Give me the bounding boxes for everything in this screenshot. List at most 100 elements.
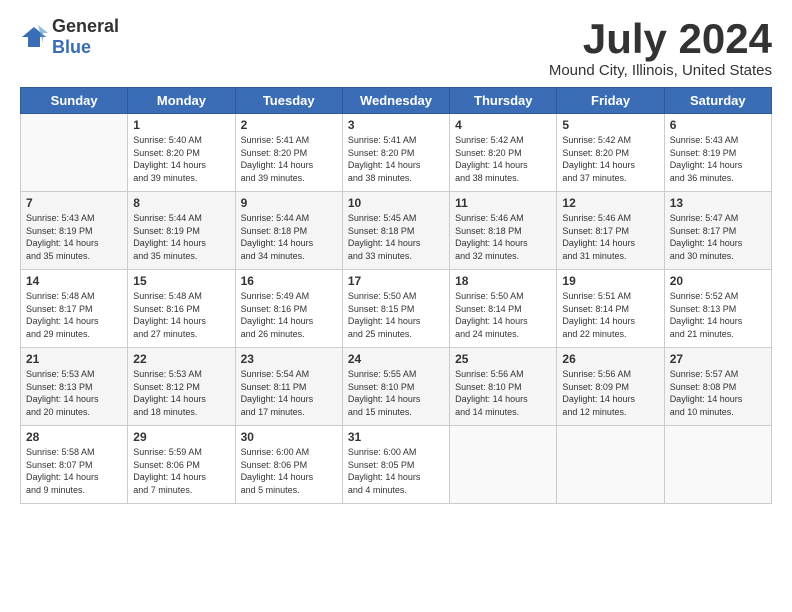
day-number: 4 xyxy=(455,118,551,132)
table-row: 23Sunrise: 5:54 AM Sunset: 8:11 PM Dayli… xyxy=(235,348,342,426)
logo-general: General xyxy=(52,16,119,36)
month-title: July 2024 xyxy=(549,16,772,62)
col-tuesday: Tuesday xyxy=(235,88,342,114)
day-number: 3 xyxy=(348,118,444,132)
day-info: Sunrise: 5:57 AM Sunset: 8:08 PM Dayligh… xyxy=(670,368,766,418)
table-row: 16 Sunrise: 5:49 AM Sunset: 8:16 PM Dayli… xyxy=(235,270,342,348)
table-row: 6 Sunrise: 5:43 AM Sunset: 8:19 PM Daylig… xyxy=(664,114,771,192)
logo-blue: Blue xyxy=(52,37,91,57)
table-row: 10 Sunrise: 5:45 AM Sunset: 8:18 PM Dayli… xyxy=(342,192,449,270)
day-info: Sunrise: 5:49 AM Sunset: 8:16 PM Dayligh… xyxy=(241,290,337,340)
day-info: Sunrise: 5:56 AM Sunset: 8:09 PM Dayligh… xyxy=(562,368,658,418)
table-row: 24 Sunrise: 5:55 AM Sunset: 8:10 PM Dayli… xyxy=(342,348,449,426)
day-info: Sunrise: 5:56 AM Sunset: 8:10 PM Dayligh… xyxy=(455,368,551,418)
day-info: Sunrise: 5:40 AM Sunset: 8:20 PM Dayligh… xyxy=(133,134,229,184)
calendar-week-2: 7 Sunrise: 5:43 AM Sunset: 8:19 PM Daylig… xyxy=(21,192,772,270)
day-number: 12 xyxy=(562,196,658,210)
day-number: 20 xyxy=(670,274,766,288)
page: General Blue July 2024 Mound City, Illin… xyxy=(0,0,792,514)
col-monday: Monday xyxy=(128,88,235,114)
day-info: Sunrise: 5:41 AM Sunset: 8:20 PM Dayligh… xyxy=(348,134,444,184)
table-row: 17Sunrise: 5:50 AM Sunset: 8:15 PM Dayli… xyxy=(342,270,449,348)
calendar-week-5: 28 Sunrise: 5:58 AM Sunset: 8:07 PM Dayli… xyxy=(21,426,772,504)
day-info: Sunrise: 5:46 AM Sunset: 8:17 PM Dayligh… xyxy=(562,212,658,262)
day-number: 22 xyxy=(133,352,229,366)
day-number: 26 xyxy=(562,352,658,366)
day-number: 2 xyxy=(241,118,337,132)
day-info: Sunrise: 5:42 AM Sunset: 8:20 PM Dayligh… xyxy=(562,134,658,184)
table-row: 21 Sunrise: 5:53 AM Sunset: 8:13 PM Dayli… xyxy=(21,348,128,426)
table-row: 1 Sunrise: 5:40 AM Sunset: 8:20 PM Daylig… xyxy=(128,114,235,192)
day-number: 16 xyxy=(241,274,337,288)
table-row: 15Sunrise: 5:48 AM Sunset: 8:16 PM Dayli… xyxy=(128,270,235,348)
table-row: 12 Sunrise: 5:46 AM Sunset: 8:17 PM Dayli… xyxy=(557,192,664,270)
day-number: 28 xyxy=(26,430,122,444)
col-thursday: Thursday xyxy=(450,88,557,114)
day-info: Sunrise: 5:41 AM Sunset: 8:20 PM Dayligh… xyxy=(241,134,337,184)
day-number: 13 xyxy=(670,196,766,210)
logo: General Blue xyxy=(20,16,119,58)
day-number: 21 xyxy=(26,352,122,366)
day-info: Sunrise: 5:43 AM Sunset: 8:19 PM Dayligh… xyxy=(26,212,122,262)
day-number: 15 xyxy=(133,274,229,288)
table-row xyxy=(21,114,128,192)
day-number: 31 xyxy=(348,430,444,444)
table-row: 3 Sunrise: 5:41 AM Sunset: 8:20 PM Daylig… xyxy=(342,114,449,192)
day-info: Sunrise: 5:43 AM Sunset: 8:19 PM Dayligh… xyxy=(670,134,766,184)
table-row: 22Sunrise: 5:53 AM Sunset: 8:12 PM Dayli… xyxy=(128,348,235,426)
day-info: Sunrise: 5:45 AM Sunset: 8:18 PM Dayligh… xyxy=(348,212,444,262)
day-info: Sunrise: 5:46 AM Sunset: 8:18 PM Dayligh… xyxy=(455,212,551,262)
table-row: 27Sunrise: 5:57 AM Sunset: 8:08 PM Dayli… xyxy=(664,348,771,426)
day-info: Sunrise: 5:58 AM Sunset: 8:07 PM Dayligh… xyxy=(26,446,122,496)
table-row: 26 Sunrise: 5:56 AM Sunset: 8:09 PM Dayli… xyxy=(557,348,664,426)
table-row: 28 Sunrise: 5:58 AM Sunset: 8:07 PM Dayli… xyxy=(21,426,128,504)
day-number: 30 xyxy=(241,430,337,444)
table-row: 4 Sunrise: 5:42 AM Sunset: 8:20 PM Daylig… xyxy=(450,114,557,192)
day-number: 11 xyxy=(455,196,551,210)
table-row: 5 Sunrise: 5:42 AM Sunset: 8:20 PM Daylig… xyxy=(557,114,664,192)
calendar-table: Sunday Monday Tuesday Wednesday Thursday… xyxy=(20,87,772,504)
day-info: Sunrise: 5:48 AM Sunset: 8:17 PM Dayligh… xyxy=(26,290,122,340)
day-info: Sunrise: 5:44 AM Sunset: 8:18 PM Dayligh… xyxy=(241,212,337,262)
day-number: 5 xyxy=(562,118,658,132)
day-info: Sunrise: 5:50 AM Sunset: 8:14 PM Dayligh… xyxy=(455,290,551,340)
table-row: 19Sunrise: 5:51 AM Sunset: 8:14 PM Dayli… xyxy=(557,270,664,348)
day-info: Sunrise: 5:53 AM Sunset: 8:13 PM Dayligh… xyxy=(26,368,122,418)
day-number: 1 xyxy=(133,118,229,132)
day-number: 7 xyxy=(26,196,122,210)
table-row: 20 Sunrise: 5:52 AM Sunset: 8:13 PM Dayli… xyxy=(664,270,771,348)
table-row: 29 Sunrise: 5:59 AM Sunset: 8:06 PM Dayli… xyxy=(128,426,235,504)
day-number: 18 xyxy=(455,274,551,288)
day-number: 8 xyxy=(133,196,229,210)
col-saturday: Saturday xyxy=(664,88,771,114)
col-friday: Friday xyxy=(557,88,664,114)
day-info: Sunrise: 5:50 AM Sunset: 8:15 PM Dayligh… xyxy=(348,290,444,340)
table-row: 8 Sunrise: 5:44 AM Sunset: 8:19 PM Daylig… xyxy=(128,192,235,270)
day-number: 10 xyxy=(348,196,444,210)
day-number: 29 xyxy=(133,430,229,444)
logo-text: General Blue xyxy=(52,16,119,58)
header: General Blue July 2024 Mound City, Illin… xyxy=(20,16,772,79)
day-info: Sunrise: 5:59 AM Sunset: 8:06 PM Dayligh… xyxy=(133,446,229,496)
calendar-week-1: 1 Sunrise: 5:40 AM Sunset: 8:20 PM Daylig… xyxy=(21,114,772,192)
day-info: Sunrise: 5:44 AM Sunset: 8:19 PM Dayligh… xyxy=(133,212,229,262)
day-number: 9 xyxy=(241,196,337,210)
col-wednesday: Wednesday xyxy=(342,88,449,114)
table-row xyxy=(450,426,557,504)
day-info: Sunrise: 6:00 AM Sunset: 8:05 PM Dayligh… xyxy=(348,446,444,496)
table-row: 25Sunrise: 5:56 AM Sunset: 8:10 PM Dayli… xyxy=(450,348,557,426)
table-row: 18 Sunrise: 5:50 AM Sunset: 8:14 PM Dayli… xyxy=(450,270,557,348)
day-info: Sunrise: 5:42 AM Sunset: 8:20 PM Dayligh… xyxy=(455,134,551,184)
day-info: Sunrise: 5:55 AM Sunset: 8:10 PM Dayligh… xyxy=(348,368,444,418)
day-number: 19 xyxy=(562,274,658,288)
day-number: 23 xyxy=(241,352,337,366)
day-info: Sunrise: 5:52 AM Sunset: 8:13 PM Dayligh… xyxy=(670,290,766,340)
table-row: 14Sunrise: 5:48 AM Sunset: 8:17 PM Dayli… xyxy=(21,270,128,348)
col-sunday: Sunday xyxy=(21,88,128,114)
table-row: 2 Sunrise: 5:41 AM Sunset: 8:20 PM Daylig… xyxy=(235,114,342,192)
day-number: 6 xyxy=(670,118,766,132)
day-number: 24 xyxy=(348,352,444,366)
calendar-week-4: 21 Sunrise: 5:53 AM Sunset: 8:13 PM Dayli… xyxy=(21,348,772,426)
table-row xyxy=(664,426,771,504)
location-title: Mound City, Illinois, United States xyxy=(549,62,772,79)
